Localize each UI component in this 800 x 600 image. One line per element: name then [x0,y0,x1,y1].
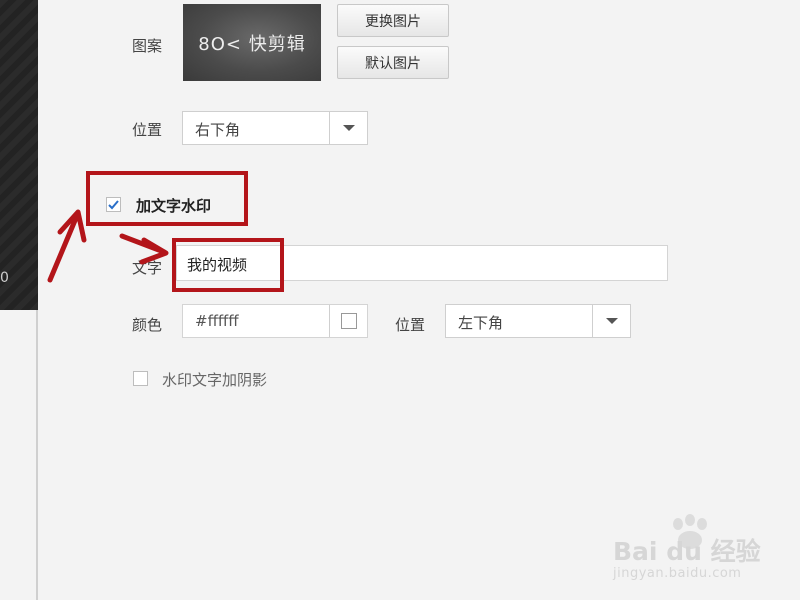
arrow-right-icon [119,233,167,255]
shadow-label: 水印文字加阴影 [162,371,268,389]
text-label: 文字 [132,259,163,277]
image-position-dropdown[interactable] [329,112,367,144]
arrow-up-head [57,209,87,243]
annotation-box-text [172,238,284,292]
chevron-down-icon [342,125,355,131]
image-position-value: 右下角 [195,121,241,139]
logo-text: 8O< 快剪辑 [198,33,306,55]
image-position-label: 位置 [132,121,163,139]
annotation-box-checkbox [86,171,248,226]
pattern-label: 图案 [132,37,163,55]
color-label: 颜色 [132,316,163,334]
color-value: #ffffff [195,312,239,330]
default-image-button[interactable]: 默认图片 [337,46,449,79]
text-position-label: 位置 [395,316,426,334]
baidu-jingyan-watermark: Bai du 经验 [613,537,761,566]
panel-divider [36,310,38,600]
sidebar-number: 0 [0,270,9,286]
image-position-select[interactable]: 右下角 [182,111,368,145]
text-position-dropdown[interactable] [592,305,630,337]
chevron-down-icon [605,318,618,324]
left-sidebar-strip [0,0,38,310]
color-swatch-button[interactable] [329,305,367,337]
color-input[interactable]: #ffffff [182,304,368,338]
arrow-up-icon [47,215,79,283]
annotation-arrows [47,209,169,283]
text-position-value: 左下角 [458,314,504,332]
baidu-jingyan-url: jingyan.baidu.com [613,566,742,581]
replace-image-button[interactable]: 更换图片 [337,4,449,37]
text-position-select[interactable]: 左下角 [445,304,631,338]
color-swatch [340,313,357,329]
watermark-logo-preview[interactable]: 8O< 快剪辑 [183,4,321,81]
shadow-checkbox[interactable] [133,371,148,386]
